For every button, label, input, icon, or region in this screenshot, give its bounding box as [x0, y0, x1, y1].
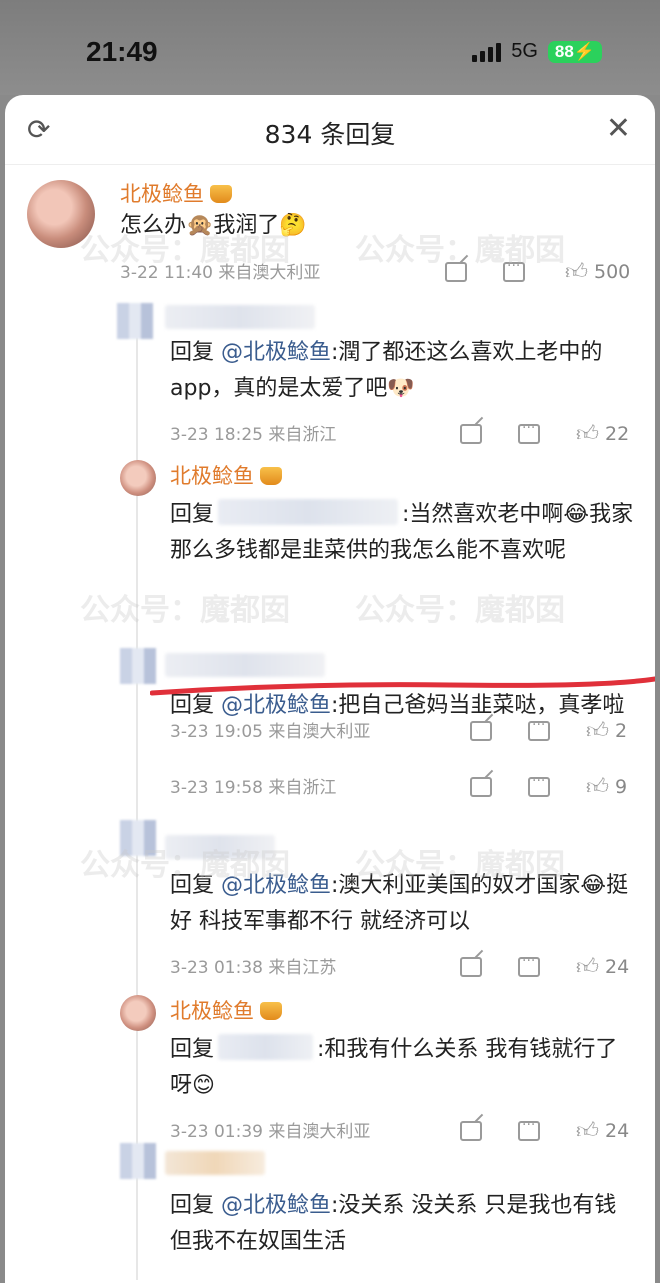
- mention-blurred: [218, 499, 399, 525]
- reply-date: 3-23 18:25: [170, 425, 263, 445]
- author-name-blurred: [165, 305, 315, 329]
- vip-badge-icon: [260, 1002, 282, 1020]
- share-icon[interactable]: [460, 423, 482, 444]
- mention-link[interactable]: @北极鲶鱼: [221, 1193, 331, 1218]
- reply-date: 3-23 01:38: [170, 958, 263, 978]
- like-icon[interactable]: 👍︎: [576, 1117, 599, 1144]
- reply-text: 回复 @北极鲶鱼:没关系 没关系 只是我也有钱 但我不在奴国生活: [170, 1188, 630, 1260]
- reply-actions: 👍︎ 24: [460, 1117, 629, 1144]
- network-label: 5G: [511, 40, 538, 62]
- comment-date: 3-22 11:40: [120, 263, 213, 283]
- mention-link[interactable]: @北极鲶鱼: [221, 340, 331, 365]
- reply-location: 来自澳大利亚: [268, 722, 371, 742]
- share-icon[interactable]: [460, 956, 482, 977]
- reply-author[interactable]: 北极鲶鱼: [170, 460, 282, 490]
- like-icon[interactable]: 👍︎: [565, 258, 588, 285]
- mention-blurred: [218, 1034, 314, 1060]
- avatar[interactable]: [27, 180, 95, 248]
- reply-date: 3-23 19:58: [170, 778, 263, 798]
- author-name: 北极鲶鱼: [170, 464, 254, 488]
- reply-icon[interactable]: [518, 420, 540, 444]
- reply-location: 来自浙江: [268, 778, 337, 798]
- reply-text: 回复 @北极鲶鱼:潤了都还这么喜欢上老中的 app，真的是太爱了吧🐶: [170, 335, 630, 407]
- like-count: 24: [605, 1119, 630, 1142]
- reply-meta: 3-23 01:38 来自江苏: [170, 953, 336, 978]
- battery-icon: 88⚡: [547, 40, 602, 63]
- reply-text: 回复 @北极鲶鱼:澳大利亚美国的奴才国家😂挺好 科技军事都不行 就经济可以: [170, 868, 630, 940]
- comment-author[interactable]: 北极鲶鱼: [120, 178, 232, 208]
- reply-date: 3-23 19:05: [170, 722, 263, 742]
- reply-prefix: 回复: [170, 340, 221, 365]
- like-icon[interactable]: 👍︎: [576, 953, 599, 980]
- comment-actions: 👍︎ 500: [445, 258, 630, 285]
- reply-icon[interactable]: [528, 773, 550, 797]
- like-count: 24: [605, 955, 630, 978]
- author-name: 北极鲶鱼: [170, 999, 254, 1023]
- avatar[interactable]: [120, 995, 156, 1031]
- reply-prefix: 回复: [170, 1193, 221, 1218]
- reply-date: 3-23 01:39: [170, 1122, 263, 1142]
- reply-text: 回复:和我有什么关系 我有钱就行了呀😊: [170, 1032, 635, 1104]
- reply-location: 来自江苏: [268, 958, 337, 978]
- like-icon[interactable]: 👍︎: [576, 420, 599, 447]
- like-count: 9: [615, 775, 628, 798]
- status-indicators: 5G 88⚡: [472, 40, 602, 63]
- author-name-blurred: [165, 835, 275, 859]
- vip-badge-icon: [260, 467, 282, 485]
- status-time: 21:49: [86, 36, 158, 67]
- battery-level: 88: [554, 41, 574, 61]
- share-icon[interactable]: [460, 1120, 482, 1141]
- reply-meta: 3-23 01:39 来自澳大利亚: [170, 1117, 370, 1142]
- reply-prefix: 回复: [170, 502, 215, 527]
- reply-location: 来自浙江: [268, 425, 337, 445]
- comment-location: 来自澳大利亚: [218, 263, 321, 283]
- avatar[interactable]: [120, 1143, 156, 1179]
- close-icon[interactable]: ✕: [606, 111, 631, 146]
- sheet-title: 834 条回复: [264, 120, 396, 149]
- thread-line: [136, 310, 138, 1280]
- watermark: 公众号：魔都囡: [80, 593, 290, 628]
- reply-icon[interactable]: [518, 953, 540, 977]
- reply-text: 回复:当然喜欢老中啊😂我家那么多钱都是韭菜供的我怎么能不喜欢呢: [170, 497, 635, 569]
- author-name-blurred: [165, 1151, 265, 1175]
- reply-meta: 3-23 18:25 来自浙江: [170, 420, 336, 445]
- share-icon[interactable]: [445, 261, 467, 282]
- status-bar: 21:49 5G 88⚡: [0, 0, 660, 95]
- reply-author[interactable]: 北极鲶鱼: [170, 995, 282, 1025]
- avatar[interactable]: [120, 820, 156, 856]
- reply-meta: 3-23 19:58 来自浙江: [170, 773, 336, 798]
- like-count: 500: [594, 260, 631, 283]
- author-name: 北极鲶鱼: [120, 182, 204, 206]
- reply-location: 来自澳大利亚: [268, 1122, 371, 1142]
- watermark: 公众号：魔都囡: [355, 593, 565, 628]
- like-count: 22: [605, 422, 630, 445]
- vip-badge-icon: [210, 185, 232, 203]
- red-underline-annotation: [150, 676, 655, 696]
- like-icon[interactable]: 👍︎: [586, 773, 609, 800]
- reply-prefix: 回复: [170, 1037, 215, 1062]
- sheet-header: ⟳ 834 条回复 ✕: [5, 95, 655, 165]
- signal-icon: [472, 42, 502, 62]
- reply-actions: 👍︎ 22: [460, 420, 629, 447]
- comment-meta: 3-22 11:40 来自澳大利亚: [120, 258, 320, 283]
- avatar[interactable]: [117, 303, 153, 339]
- reply-actions: 👍︎ 9: [470, 773, 627, 800]
- reply-icon[interactable]: [518, 1117, 540, 1141]
- author-name-blurred: [165, 653, 325, 677]
- mention-link[interactable]: @北极鲶鱼: [221, 873, 331, 898]
- share-icon[interactable]: [470, 776, 492, 797]
- comment-text: 怎么办🙊我润了🤔: [120, 213, 307, 238]
- reply-icon[interactable]: [503, 258, 525, 282]
- avatar[interactable]: [120, 460, 156, 496]
- reply-prefix: 回复: [170, 873, 221, 898]
- replies-sheet: ⟳ 834 条回复 ✕ 北极鲶鱼 怎么办🙊我润了🤔 3-22 11:40 来自澳…: [5, 95, 655, 1283]
- reply-actions: 👍︎ 24: [460, 953, 629, 980]
